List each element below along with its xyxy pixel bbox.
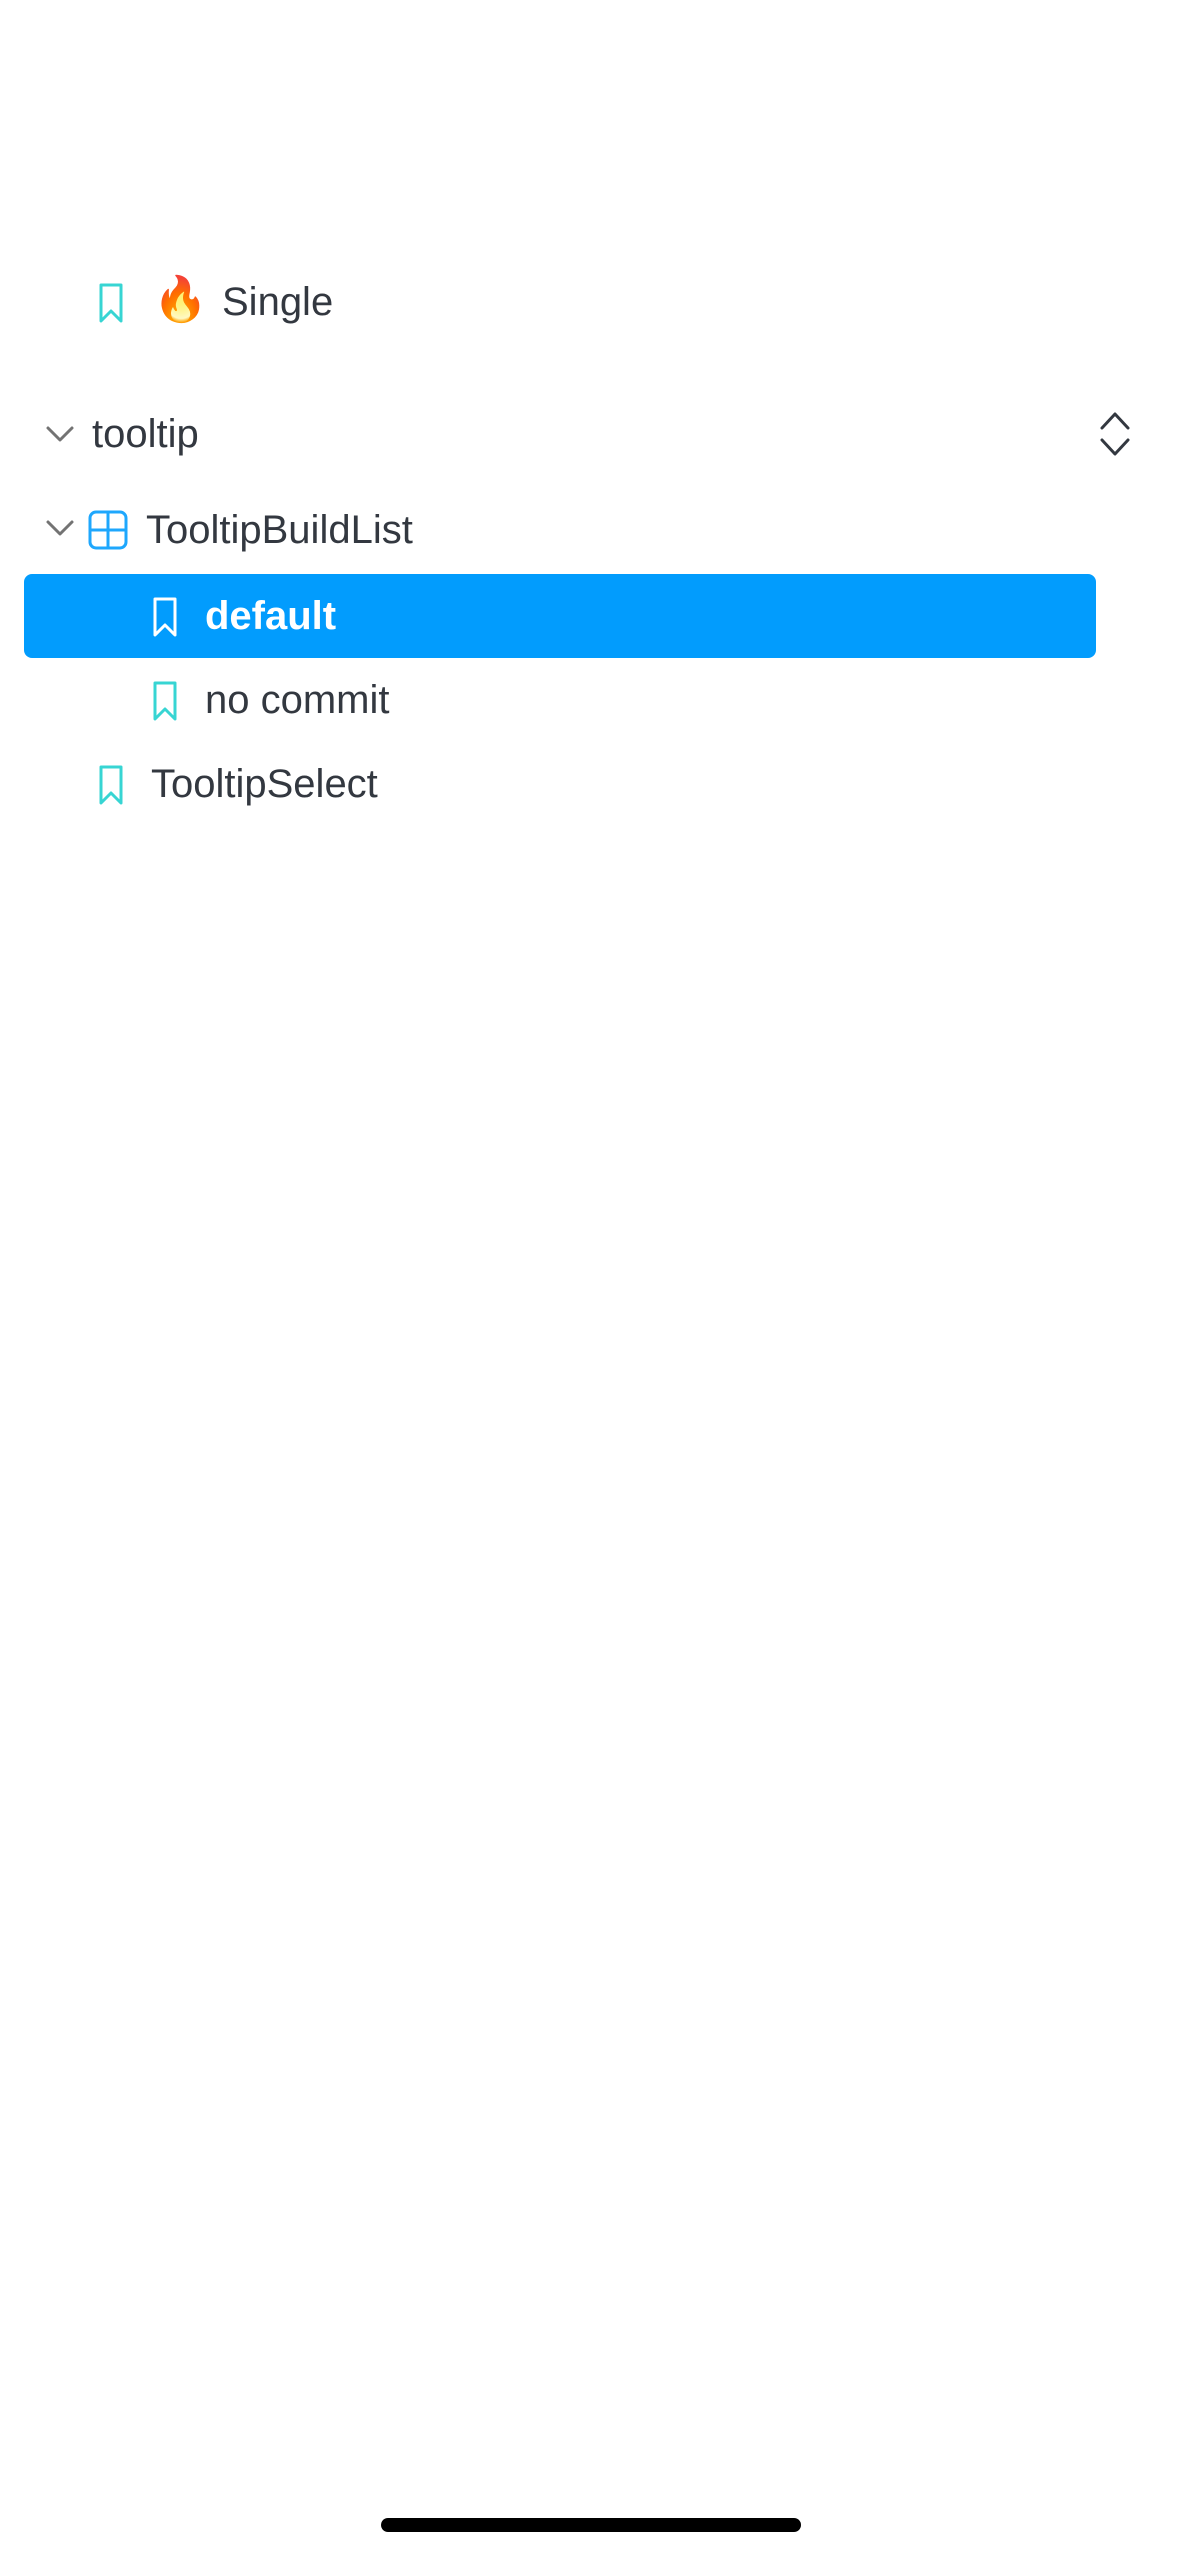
component-icon <box>88 510 128 550</box>
chevron-down-icon <box>46 520 74 536</box>
story-label: Single <box>222 280 334 324</box>
story-label: no commit <box>205 678 390 722</box>
story-item-default[interactable]: default <box>0 574 1178 658</box>
bookmark-icon <box>99 765 123 805</box>
home-indicator[interactable] <box>381 2518 801 2532</box>
group-tooltip[interactable]: tooltip <box>0 392 1178 476</box>
group-label: tooltip <box>92 412 199 456</box>
story-item-single[interactable]: 🔥 Single <box>0 260 1178 344</box>
story-label: default <box>205 594 337 638</box>
bookmark-icon <box>99 283 123 323</box>
bookmark-icon <box>153 681 177 721</box>
expand-collapse-icon[interactable] <box>1098 408 1132 460</box>
story-item-tooltipselect[interactable]: TooltipSelect <box>0 742 1178 826</box>
bookmark-icon <box>153 597 177 637</box>
fire-emoji: 🔥 <box>153 274 208 325</box>
component-label: TooltipBuildList <box>146 508 413 552</box>
component-tooltipbuildlist[interactable]: TooltipBuildList <box>0 488 1178 572</box>
chevron-down-icon <box>46 426 74 442</box>
story-item-no-commit[interactable]: no commit <box>0 658 1178 742</box>
story-label: TooltipSelect <box>151 762 378 806</box>
